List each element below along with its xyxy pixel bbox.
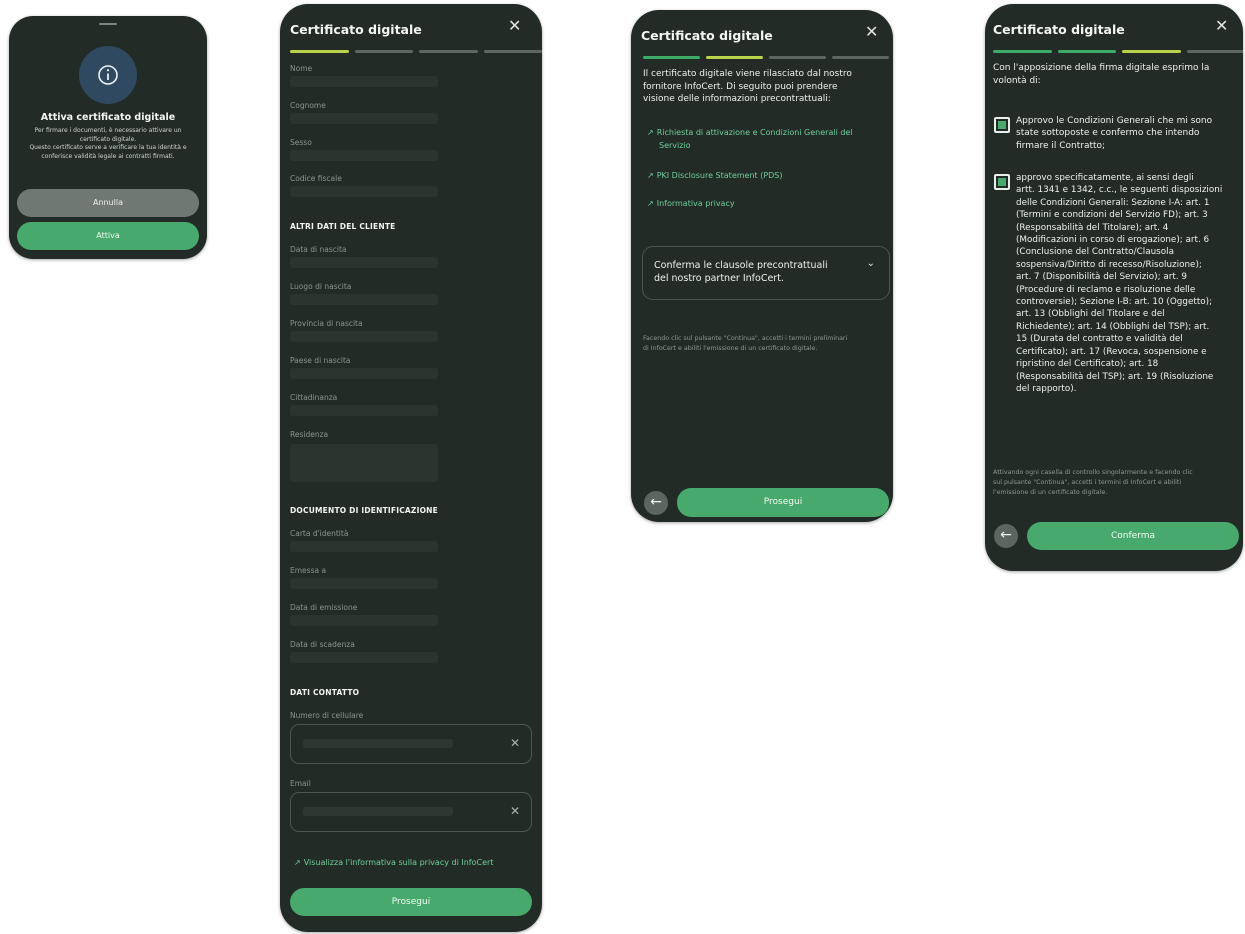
progress-step-3: [419, 50, 478, 53]
field-value-residence: [290, 444, 438, 482]
email-input[interactable]: ✕: [290, 792, 532, 832]
field-value-issued-in: [290, 578, 438, 589]
section-title-document: DOCUMENTO DI IDENTIFICAZIONE: [290, 506, 438, 515]
external-link-icon: ↗: [647, 171, 654, 180]
approve-clauses-checkbox[interactable]: [994, 174, 1010, 190]
terms-link[interactable]: ↗ Richiesta di attivazione e Condizioni G…: [647, 126, 853, 152]
progress-step-2: [1057, 50, 1116, 53]
progress-bar: [993, 50, 1243, 53]
field-value-name: [290, 76, 438, 87]
phone-label: Numero di cellulare: [290, 711, 364, 720]
approve-clauses-text: approvo specificatamente, ai sensi degli…: [1016, 173, 1223, 394]
progress-bar: [643, 56, 889, 59]
field-value-birth-place: [290, 294, 438, 305]
back-button[interactable]: ←: [994, 524, 1018, 548]
field-label-tax-code: Codice fiscale: [290, 174, 342, 183]
external-link-icon: ↗: [647, 199, 654, 208]
privacy-link[interactable]: ↗ Informativa privacy: [647, 197, 735, 210]
field-label-birth-place: Luogo di nascita: [290, 282, 352, 291]
phone-input[interactable]: ✕: [290, 724, 532, 764]
screen-title: Certificato digitale: [641, 28, 773, 43]
email-input-value: [303, 807, 453, 816]
clauses-accordion[interactable]: Conferma le clausole precontrattuali del…: [642, 246, 890, 300]
progress-step-1: [290, 50, 349, 53]
back-button[interactable]: ←: [644, 491, 668, 515]
email-label: Email: [290, 779, 311, 788]
field-label-citizenship: Cittadinanza: [290, 393, 338, 402]
section-title-contact: DATI CONTATTO: [290, 688, 360, 697]
clear-icon[interactable]: ✕: [510, 804, 520, 818]
progress-step-4: [832, 56, 889, 59]
field-label-issue-date: Data di emissione: [290, 603, 358, 612]
terms-note: Facendo clic sul pulsante "Continua", ac…: [643, 335, 848, 352]
section-title-other-data: ALTRI DATI DEL CLIENTE: [290, 222, 396, 231]
progress-step-3: [1122, 50, 1181, 53]
field-value-sex: [290, 150, 438, 161]
field-label-sex: Sesso: [290, 138, 312, 147]
field-value-birth-country: [290, 368, 438, 379]
dialog-title: Attiva certificato digitale: [40, 112, 176, 123]
field-value-surname: [290, 113, 438, 124]
dialog-body: Per firmare i documenti, è necessario at…: [29, 127, 187, 160]
close-icon[interactable]: ✕: [865, 24, 878, 40]
field-label-surname: Cognome: [290, 101, 326, 110]
confirm-button[interactable]: Conferma: [1027, 522, 1239, 550]
screen-title: Certificato digitale: [993, 22, 1125, 37]
intro-text: Con l'apposizione della firma digitale e…: [993, 63, 1210, 86]
field-value-tax-code: [290, 186, 438, 197]
progress-step-1: [643, 56, 700, 59]
screen-title: Certificato digitale: [290, 22, 422, 37]
progress-step-4: [1186, 50, 1243, 53]
field-label-birth-country: Paese di nascita: [290, 356, 351, 365]
drag-handle[interactable]: [99, 23, 117, 25]
approve-terms-text: Approvo le Condizioni Generali che mi so…: [1016, 116, 1213, 151]
field-value-citizenship: [290, 405, 438, 416]
external-link-icon: ↗: [647, 128, 654, 137]
field-label-birth-province: Provincia di nascita: [290, 319, 363, 328]
signature-consent-screen: Certificato digitale ✕ Con l'apposizione…: [985, 4, 1243, 571]
progress-bar: [290, 50, 542, 53]
chevron-down-icon: ⌄: [866, 258, 875, 269]
progress-step-1: [993, 50, 1052, 53]
continue-button[interactable]: Prosegui: [677, 488, 889, 517]
field-label-id-card: Carta d'identità: [290, 529, 349, 538]
field-value-expiry-date: [290, 652, 438, 663]
close-icon[interactable]: ✕: [508, 18, 521, 34]
cancel-button[interactable]: Annulla: [17, 189, 199, 217]
progress-step-2: [354, 50, 413, 53]
field-label-issued-in: Emessa a: [290, 566, 327, 575]
field-label-name: Nome: [290, 64, 313, 73]
intro-text: Il certificato digitale viene rilasciato…: [643, 69, 852, 104]
activation-dialog: Attiva certificato digitale Per firmare …: [9, 16, 207, 259]
field-label-residence: Residenza: [290, 430, 329, 439]
progress-step-3: [769, 56, 826, 59]
continue-button[interactable]: Prosegui: [290, 888, 532, 916]
field-value-birth-date: [290, 257, 438, 268]
personal-data-screen: Certificato digitale ✕ Nome Cognome Sess…: [280, 4, 542, 932]
field-label-expiry-date: Data di scadenza: [290, 640, 355, 649]
phone-input-value: [303, 739, 453, 748]
progress-step-2: [706, 56, 763, 59]
field-value-birth-province: [290, 331, 438, 342]
privacy-link[interactable]: ↗ Visualizza l'informativa sulla privacy …: [294, 856, 493, 869]
close-icon[interactable]: ✕: [1215, 18, 1228, 34]
field-label-birth-date: Data di nascita: [290, 245, 347, 254]
info-icon-circle: [79, 46, 137, 104]
approve-terms-checkbox[interactable]: [994, 117, 1010, 133]
precontract-screen: Certificato digitale ✕ Il certificato di…: [631, 10, 893, 522]
clear-icon[interactable]: ✕: [510, 736, 520, 750]
pds-link[interactable]: ↗ PKI Disclosure Statement (PDS): [647, 169, 783, 182]
terms-note: Attivando ogni casella di controllo sing…: [993, 469, 1193, 496]
activate-button[interactable]: Attiva: [17, 222, 199, 250]
info-icon: [98, 65, 118, 85]
external-link-icon: ↗: [294, 858, 301, 867]
field-value-issue-date: [290, 615, 438, 626]
progress-step-4: [483, 50, 542, 53]
field-value-id-card: [290, 541, 438, 552]
